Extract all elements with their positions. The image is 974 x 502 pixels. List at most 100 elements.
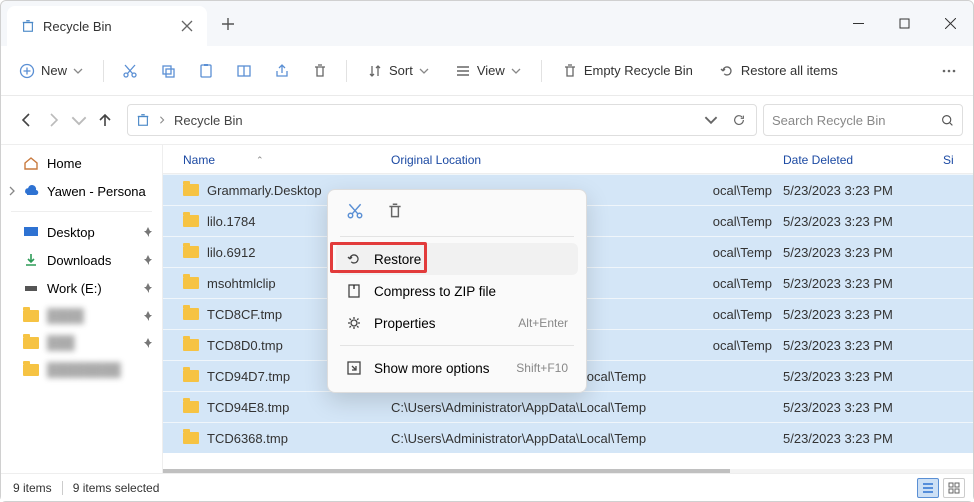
- trash-icon: [312, 63, 328, 79]
- context-more-options[interactable]: Show more options Shift+F10: [336, 352, 578, 384]
- context-more-label: Show more options: [374, 361, 490, 376]
- view-icon: [455, 63, 471, 79]
- folder-icon: [183, 246, 199, 258]
- more-button[interactable]: [933, 57, 965, 85]
- folder-icon: [183, 432, 199, 444]
- folder-icon: [183, 277, 199, 289]
- context-menu: Restore Compress to ZIP file Properties …: [327, 189, 587, 393]
- close-button[interactable]: [927, 1, 973, 46]
- file-date: 5/23/2023 3:23 PM: [778, 183, 938, 198]
- restore-all-label: Restore all items: [741, 63, 838, 78]
- recent-button[interactable]: [71, 112, 87, 128]
- header-date[interactable]: Date Deleted: [778, 153, 938, 167]
- sidebar-item-folder[interactable]: ███: [1, 329, 162, 356]
- pin-icon: [142, 310, 154, 322]
- sort-indicator-icon: ⌃: [256, 155, 264, 166]
- tab-recycle-bin[interactable]: Recycle Bin: [7, 6, 207, 46]
- cut-button[interactable]: [114, 57, 146, 85]
- header-location[interactable]: Original Location: [388, 153, 778, 167]
- view-button[interactable]: View: [445, 57, 531, 85]
- sidebar-item-desktop[interactable]: Desktop: [1, 218, 162, 246]
- window-controls: [835, 1, 973, 46]
- file-name: TCD94D7.tmp: [207, 369, 290, 384]
- cut-icon[interactable]: [346, 202, 364, 220]
- file-date: 5/23/2023 3:23 PM: [778, 431, 938, 446]
- rename-button[interactable]: [228, 57, 260, 85]
- back-button[interactable]: [19, 112, 35, 128]
- drive-icon: [23, 280, 39, 296]
- folder-icon: [183, 370, 199, 382]
- sidebar-item-downloads[interactable]: Downloads: [1, 246, 162, 274]
- file-date: 5/23/2023 3:23 PM: [778, 307, 938, 322]
- chevron-right-icon[interactable]: [7, 186, 17, 196]
- minimize-button[interactable]: [835, 1, 881, 46]
- sort-label: Sort: [389, 63, 413, 78]
- file-name: msohtmlclip: [207, 276, 276, 291]
- pin-icon: [142, 254, 154, 266]
- share-icon: [274, 63, 290, 79]
- maximize-button[interactable]: [881, 1, 927, 46]
- titlebar: Recycle Bin: [1, 1, 973, 46]
- sidebar-item-onedrive[interactable]: Yawen - Persona: [1, 177, 162, 205]
- file-date: 5/23/2023 3:23 PM: [778, 338, 938, 353]
- context-compress[interactable]: Compress to ZIP file: [336, 275, 578, 307]
- rename-icon: [236, 63, 252, 79]
- statusbar: 9 items 9 items selected: [1, 473, 973, 501]
- file-name: TCD8D0.tmp: [207, 338, 283, 353]
- share-button[interactable]: [266, 57, 298, 85]
- address-bar[interactable]: Recycle Bin: [127, 104, 757, 136]
- copy-icon: [160, 63, 176, 79]
- new-button[interactable]: New: [9, 57, 93, 85]
- new-tab-button[interactable]: [221, 17, 235, 31]
- forward-button[interactable]: [45, 112, 61, 128]
- folder-icon: [183, 184, 199, 196]
- table-row[interactable]: TCD94E8.tmpC:\Users\Administrator\AppDat…: [163, 391, 973, 422]
- trash-icon[interactable]: [386, 202, 404, 220]
- close-icon[interactable]: [181, 20, 193, 32]
- sidebar-item-work[interactable]: Work (E:): [1, 274, 162, 302]
- refresh-button[interactable]: [732, 113, 746, 127]
- sidebar-item-folder[interactable]: ████████: [1, 356, 162, 383]
- sidebar-downloads-label: Downloads: [47, 253, 111, 268]
- empty-label: Empty Recycle Bin: [584, 63, 693, 78]
- context-properties-shortcut: Alt+Enter: [518, 316, 568, 330]
- chevron-down-icon[interactable]: [704, 113, 718, 127]
- chevron-down-icon: [419, 66, 429, 76]
- search-placeholder: Search Recycle Bin: [772, 113, 933, 128]
- file-name: Grammarly.Desktop: [207, 183, 322, 198]
- download-icon: [23, 252, 39, 268]
- paste-button[interactable]: [190, 57, 222, 85]
- copy-button[interactable]: [152, 57, 184, 85]
- recycle-bin-icon: [21, 19, 35, 33]
- delete-button[interactable]: [304, 57, 336, 85]
- properties-icon: [346, 315, 362, 331]
- context-properties-label: Properties: [374, 316, 436, 331]
- file-date: 5/23/2023 3:23 PM: [778, 400, 938, 415]
- header-size[interactable]: Si: [938, 153, 973, 167]
- sidebar-item-home[interactable]: Home: [1, 149, 162, 177]
- plus-circle-icon: [19, 63, 35, 79]
- home-icon: [23, 155, 39, 171]
- pin-icon: [142, 337, 154, 349]
- context-properties[interactable]: Properties Alt+Enter: [336, 307, 578, 339]
- sidebar-item-folder[interactable]: ████: [1, 302, 162, 329]
- zip-icon: [346, 283, 362, 299]
- file-name: TCD6368.tmp: [207, 431, 288, 446]
- header-name[interactable]: Name⌃: [163, 153, 388, 167]
- file-name: TCD94E8.tmp: [207, 400, 289, 415]
- empty-recycle-bin-button[interactable]: Empty Recycle Bin: [552, 57, 703, 85]
- up-button[interactable]: [97, 112, 113, 128]
- search-input[interactable]: Search Recycle Bin: [763, 104, 963, 136]
- details-view-button[interactable]: [917, 478, 939, 498]
- cloud-icon: [23, 183, 39, 199]
- icons-view-button[interactable]: [943, 478, 965, 498]
- sort-button[interactable]: Sort: [357, 57, 439, 85]
- file-date: 5/23/2023 3:23 PM: [778, 369, 938, 384]
- table-row[interactable]: TCD6368.tmpC:\Users\Administrator\AppDat…: [163, 422, 973, 453]
- sidebar: Home Yawen - Persona Desktop Downloads W…: [1, 145, 163, 475]
- chevron-down-icon: [73, 66, 83, 76]
- more-options-icon: [346, 360, 362, 376]
- chevron-right-icon: [158, 116, 166, 124]
- context-restore[interactable]: Restore: [336, 243, 578, 275]
- restore-all-button[interactable]: Restore all items: [709, 57, 848, 85]
